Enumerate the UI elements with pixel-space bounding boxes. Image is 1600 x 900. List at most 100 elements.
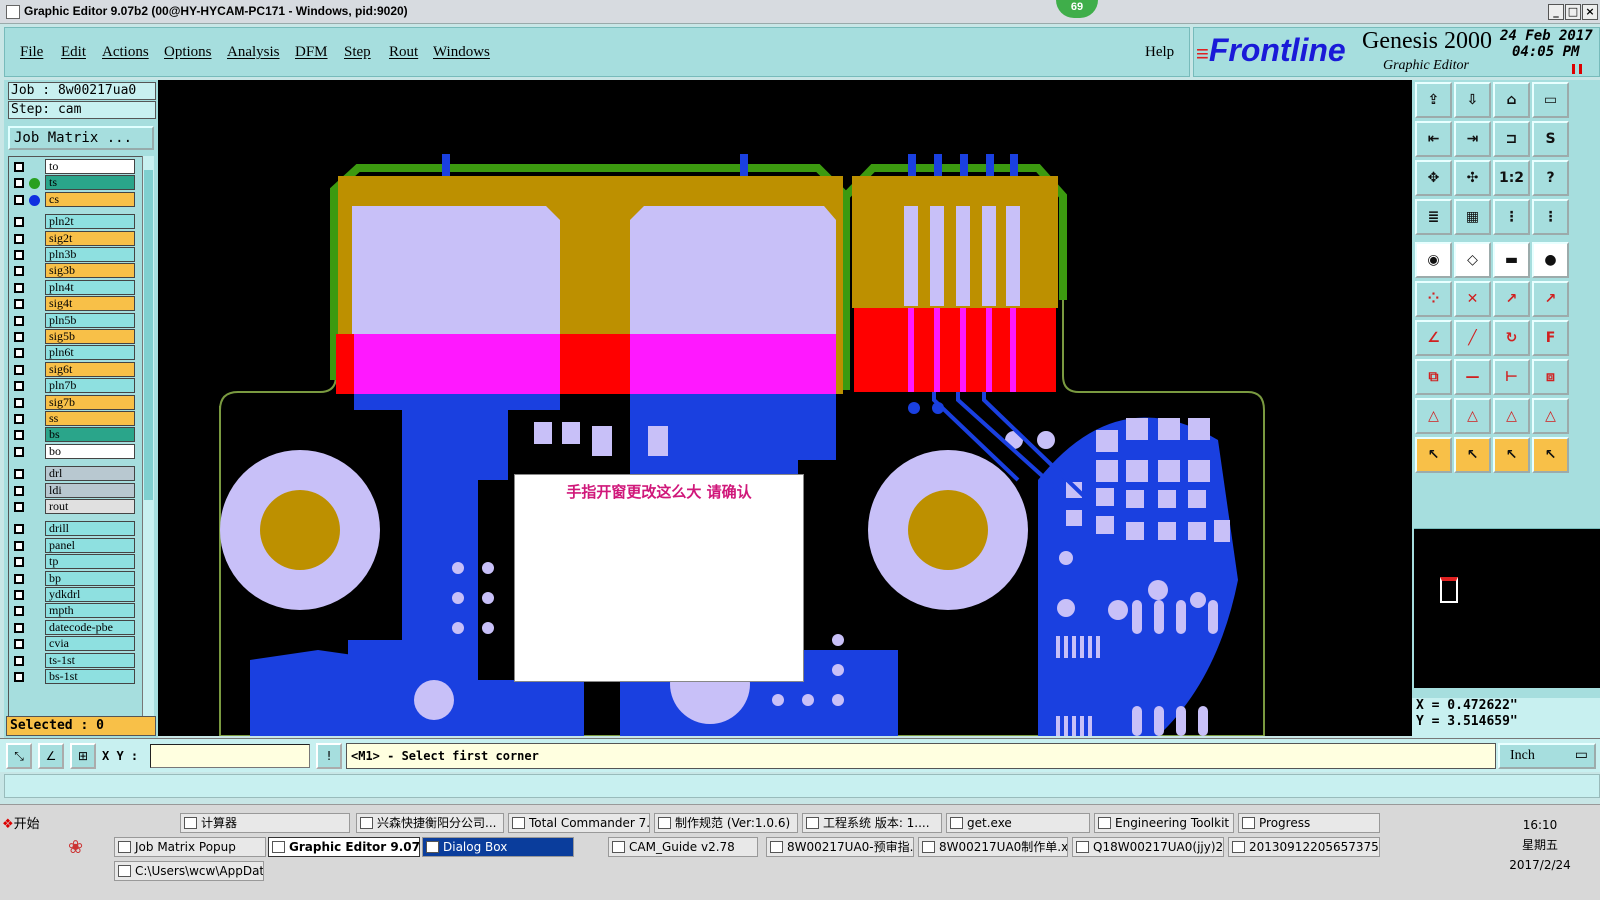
grid-button[interactable]: ⊞ bbox=[70, 743, 96, 769]
taskbar-button[interactable]: Job Matrix Popup bbox=[114, 837, 266, 857]
zoom-area-button[interactable]: ⤡ bbox=[6, 743, 32, 769]
fit-button[interactable]: ✥ bbox=[1415, 160, 1452, 196]
layer-name[interactable]: sig6t bbox=[45, 361, 135, 377]
layer-row[interactable]: cvia bbox=[9, 636, 139, 652]
shape-button[interactable]: S bbox=[1532, 121, 1569, 157]
select-box-button[interactable]: ⧉ bbox=[1415, 359, 1452, 395]
layer-row[interactable]: ss bbox=[9, 411, 139, 427]
layer-row[interactable]: sig4t bbox=[9, 296, 139, 312]
start-button[interactable]: ❖开始 bbox=[2, 813, 40, 832]
layer-name[interactable]: bs-1st bbox=[45, 669, 135, 684]
layer-name[interactable]: rout bbox=[45, 499, 135, 514]
layer-name[interactable]: bo bbox=[45, 443, 135, 459]
menu-step[interactable]: Step bbox=[344, 44, 371, 61]
close-button[interactable]: × bbox=[1582, 4, 1598, 20]
taskbar-button[interactable]: C:\Users\wcw\AppData\... bbox=[114, 861, 264, 881]
layer-name[interactable]: sig2t bbox=[45, 230, 135, 246]
layer-row[interactable]: to bbox=[9, 159, 139, 175]
layer-checkbox[interactable] bbox=[14, 266, 24, 277]
layer-checkbox[interactable] bbox=[14, 485, 24, 496]
layer-checkbox[interactable] bbox=[14, 469, 24, 480]
cursor-multi-button[interactable]: ↖ bbox=[1532, 437, 1569, 473]
angle-button[interactable]: ∠ bbox=[38, 743, 64, 769]
layer-name[interactable]: pln4t bbox=[45, 279, 135, 295]
layer-row[interactable]: bs-1st bbox=[9, 669, 139, 685]
line-a-button[interactable]: ↗ bbox=[1493, 281, 1530, 317]
bracket-button[interactable]: ⊢ bbox=[1493, 359, 1530, 395]
layer-checkbox[interactable] bbox=[14, 606, 24, 617]
angle-button[interactable]: ∠ bbox=[1415, 320, 1452, 356]
dot-button[interactable]: ● bbox=[1532, 242, 1569, 278]
layer-row[interactable]: drl bbox=[9, 466, 139, 482]
taskbar-button[interactable]: 制作规范 (Ver:1.0.6) bbox=[654, 813, 798, 833]
layer-row[interactable]: pln5b bbox=[9, 312, 139, 329]
layer-name[interactable]: pln7b bbox=[45, 378, 135, 394]
layer-row[interactable]: pln6t bbox=[9, 345, 139, 361]
layer-checkbox[interactable] bbox=[14, 332, 24, 342]
layer-name[interactable]: pln2t bbox=[45, 214, 135, 230]
net-button[interactable]: ⁘ bbox=[1415, 281, 1452, 317]
taskbar-button[interactable]: Engineering Toolkit 9.... bbox=[1094, 813, 1234, 833]
layer-checkbox[interactable] bbox=[14, 348, 24, 359]
layer-row[interactable]: datecode-pbe bbox=[9, 619, 139, 636]
layer-checkbox[interactable] bbox=[14, 446, 24, 457]
layer-row[interactable]: pln3b bbox=[9, 247, 139, 263]
quick-launch-icon[interactable]: ❀ bbox=[68, 837, 83, 858]
window-button[interactable]: ▭ bbox=[1532, 82, 1569, 118]
menu-help[interactable]: Help bbox=[1145, 44, 1174, 61]
center-button[interactable]: ✣ bbox=[1454, 160, 1491, 196]
measure-button[interactable]: ◇ bbox=[1454, 242, 1491, 278]
taskbar-button[interactable]: 8W00217UA0-预审指... bbox=[766, 837, 914, 857]
layer-name[interactable]: ts bbox=[45, 175, 135, 191]
taskbar-button[interactable]: Total Commander 7.0 ... bbox=[508, 813, 650, 833]
snap-alt-button[interactable]: ⋮ bbox=[1532, 199, 1569, 235]
layer-name[interactable]: ldi bbox=[45, 482, 135, 498]
layer-row[interactable]: bp bbox=[9, 570, 139, 587]
system-clock[interactable]: 16:10 星期五 2017/2/24 bbox=[1500, 815, 1580, 875]
camera-button[interactable]: ◉ bbox=[1415, 242, 1452, 278]
preview-window[interactable] bbox=[1414, 528, 1600, 688]
taskbar-button[interactable]: Progress bbox=[1238, 813, 1380, 833]
layer-name[interactable]: sig4t bbox=[45, 296, 135, 312]
info-button[interactable]: ! bbox=[316, 743, 342, 769]
menu-analysis[interactable]: Analysis bbox=[227, 44, 280, 61]
layer-checkbox[interactable] bbox=[14, 502, 24, 512]
save-button[interactable]: ⇩ bbox=[1454, 82, 1491, 118]
home-button[interactable]: ⌂ bbox=[1493, 82, 1530, 118]
taskbar-button[interactable]: 20130912205657375.rt... bbox=[1228, 837, 1380, 857]
pan-button[interactable]: ⊐ bbox=[1493, 121, 1530, 157]
layer-checkbox[interactable] bbox=[14, 590, 24, 600]
layer-checkbox[interactable] bbox=[14, 315, 24, 326]
open-button[interactable]: ⇪ bbox=[1415, 82, 1452, 118]
grid-button[interactable]: ▦ bbox=[1454, 199, 1491, 235]
layer-name[interactable]: bs bbox=[45, 427, 135, 443]
layer-name[interactable]: datecode-pbe bbox=[45, 619, 135, 635]
layer-checkbox[interactable] bbox=[14, 282, 24, 293]
layer-row[interactable]: rout bbox=[9, 499, 139, 515]
dialog-box[interactable]: 手指开窗更改这么大 请确认 bbox=[514, 474, 804, 682]
menu-edit[interactable]: Edit bbox=[61, 44, 86, 61]
layer-row[interactable]: panel bbox=[9, 537, 139, 554]
layer-name[interactable]: cvia bbox=[45, 636, 135, 652]
layer-name[interactable]: panel bbox=[45, 537, 135, 553]
layer-checkbox[interactable] bbox=[14, 622, 24, 633]
pause-icon[interactable] bbox=[1572, 64, 1582, 74]
layer-name[interactable]: drl bbox=[45, 466, 135, 482]
taskbar-button[interactable]: 兴森快捷衡阳分公司... bbox=[356, 813, 504, 833]
zoom-out-button[interactable]: ⇥ bbox=[1454, 121, 1491, 157]
layer-name[interactable]: pln3b bbox=[45, 247, 135, 262]
layer-name[interactable]: ts-1st bbox=[45, 652, 135, 668]
triangle-d-button[interactable]: △ bbox=[1532, 398, 1569, 434]
layer-checkbox[interactable] bbox=[14, 364, 24, 375]
layer-name[interactable]: ss bbox=[45, 411, 135, 426]
layer-name[interactable]: sig5b bbox=[45, 329, 135, 344]
cursor-alt-button[interactable]: ↖ bbox=[1493, 437, 1530, 473]
fill-button[interactable]: F bbox=[1532, 320, 1569, 356]
snap-button[interactable]: ⋮ bbox=[1493, 199, 1530, 235]
layer-checkbox[interactable] bbox=[14, 414, 24, 424]
layer-row[interactable]: sig6t bbox=[9, 361, 139, 378]
layer-checkbox[interactable] bbox=[14, 217, 24, 228]
zoom-in-button[interactable]: ⇤ bbox=[1415, 121, 1452, 157]
minimize-button[interactable]: _ bbox=[1548, 4, 1564, 20]
help-button[interactable]: ? bbox=[1532, 160, 1569, 196]
